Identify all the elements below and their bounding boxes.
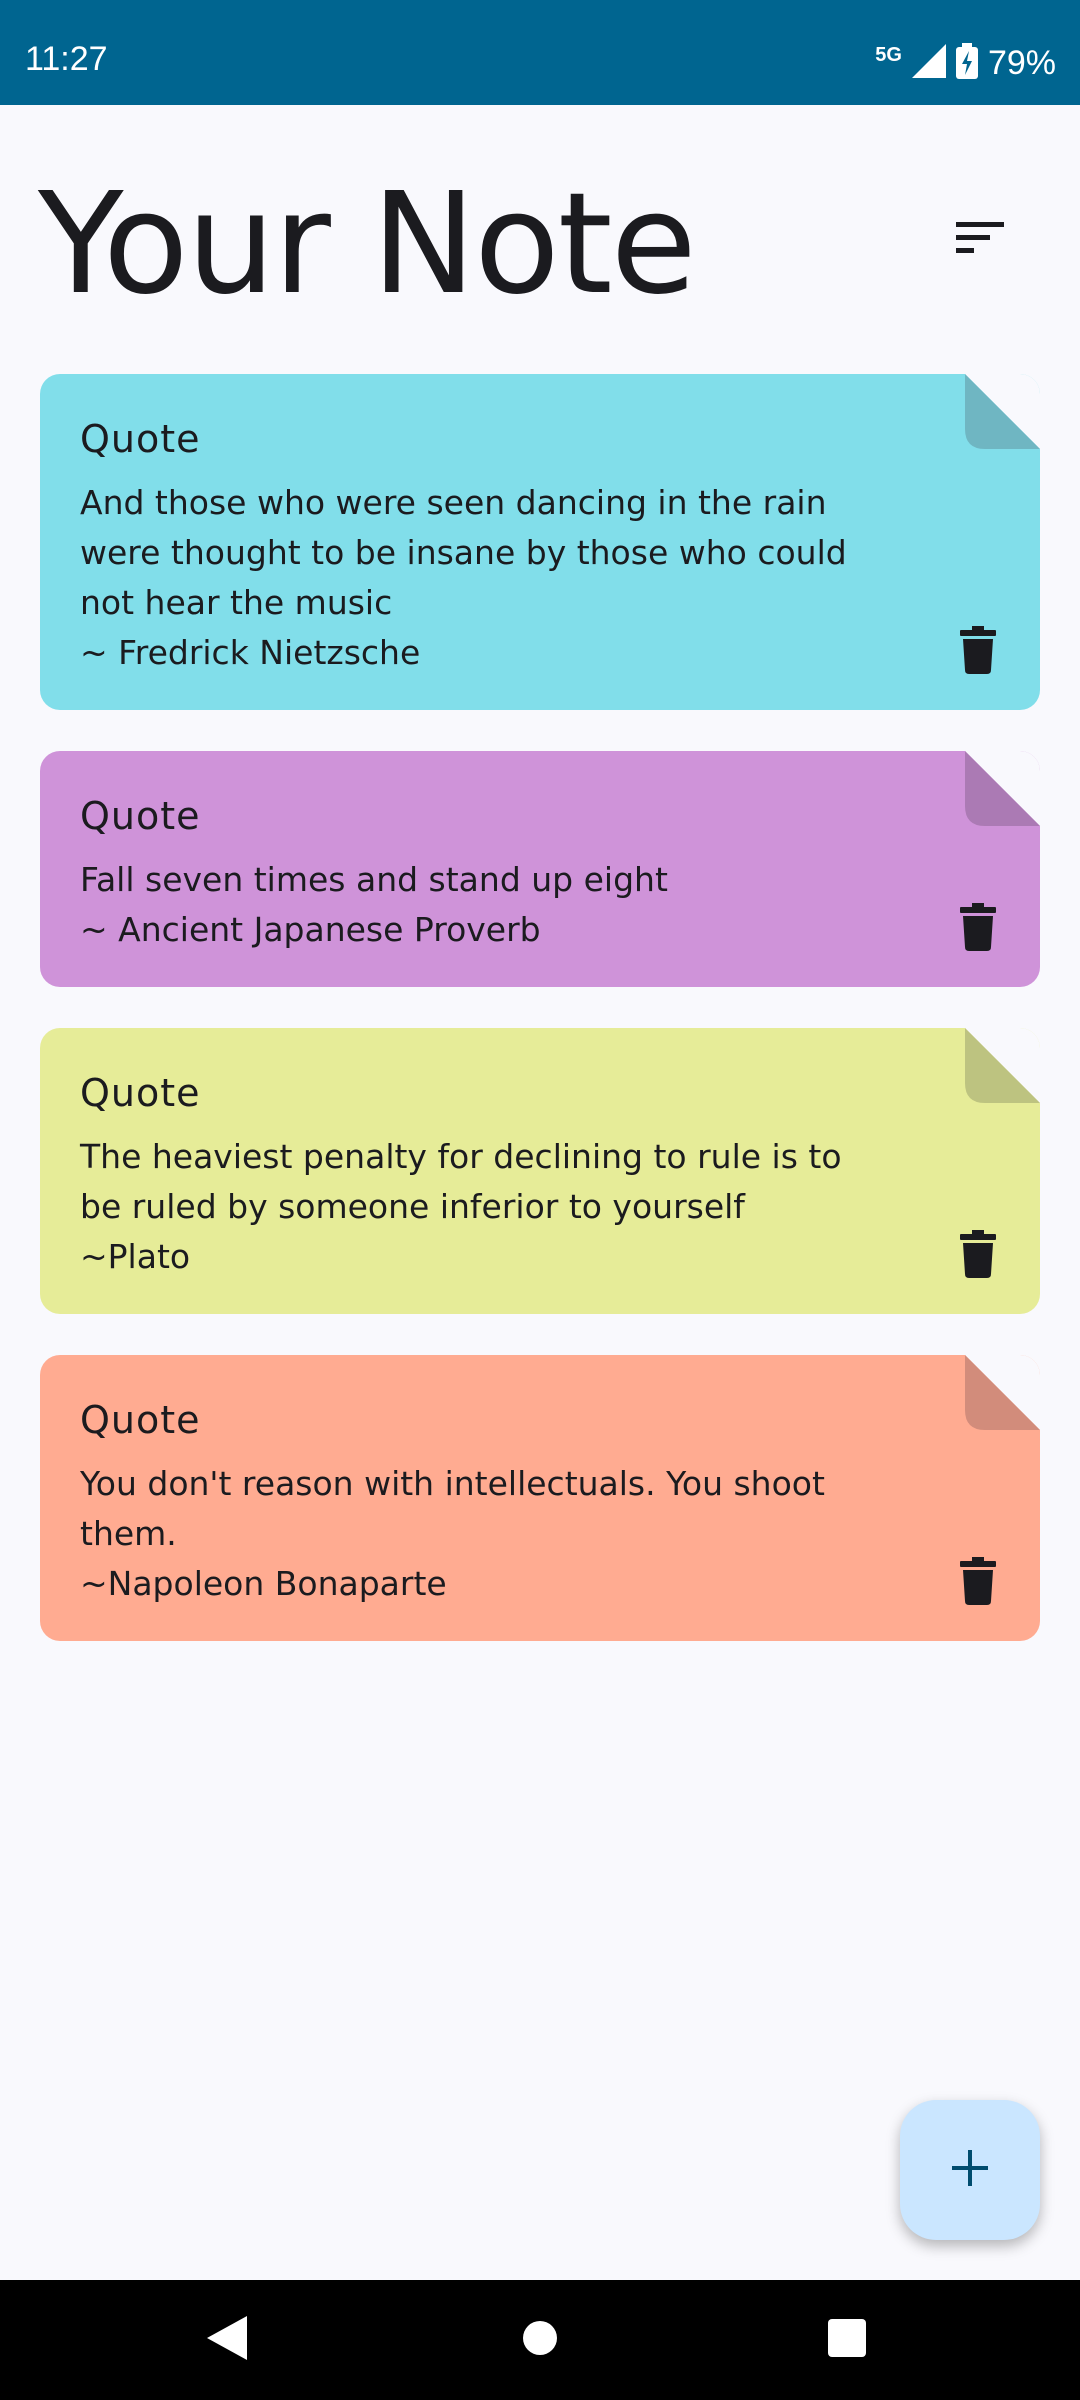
trash-icon (960, 903, 996, 955)
add-note-button[interactable] (900, 2100, 1040, 2240)
battery-icon (955, 43, 978, 83)
status-bar: 11:27 5G 79% (0, 0, 1080, 105)
signal-icon (911, 44, 946, 82)
status-indicators: 5G 79% (875, 38, 1056, 88)
plus-icon (950, 2148, 990, 2192)
home-button[interactable] (510, 2310, 570, 2370)
navigation-bar (0, 2280, 1080, 2400)
note-content: And those who were seen dancing in the r… (80, 483, 847, 672)
back-icon (207, 2316, 247, 2364)
note-content: Fall seven times and stand up eight ~ An… (80, 860, 668, 949)
trash-icon (960, 1557, 996, 1609)
trash-icon (960, 1230, 996, 1282)
note-title: Quote (80, 417, 201, 461)
delete-note-button[interactable] (954, 1230, 1002, 1282)
battery-percent: 79% (987, 43, 1056, 82)
delete-note-button[interactable] (954, 903, 1002, 955)
notes-list: Quote And those who were seen dancing in … (40, 374, 1040, 1682)
home-icon (522, 2320, 558, 2360)
network-type: 5G (875, 43, 902, 66)
note-title: Quote (80, 1398, 201, 1442)
back-button[interactable] (197, 2310, 257, 2370)
note-title: Quote (80, 794, 201, 838)
note-card[interactable]: Quote You don't reason with intellectuals… (40, 1355, 1040, 1641)
trash-icon (960, 626, 996, 678)
status-time: 11:27 (25, 40, 108, 78)
note-title: Quote (80, 1071, 201, 1115)
delete-note-button[interactable] (954, 626, 1002, 678)
note-card[interactable]: Quote And those who were seen dancing in … (40, 374, 1040, 710)
delete-note-button[interactable] (954, 1557, 1002, 1609)
recents-button[interactable] (817, 2310, 877, 2370)
page-title: Your Note (38, 163, 697, 326)
note-content: You don't reason with intellectuals. You… (80, 1464, 825, 1603)
recents-icon (828, 2319, 866, 2361)
note-card[interactable]: Quote The heaviest penalty for declining … (40, 1028, 1040, 1314)
sort-icon (956, 220, 1004, 260)
sort-button[interactable] (940, 205, 1020, 275)
note-content: The heaviest penalty for declining to ru… (80, 1137, 842, 1276)
note-card[interactable]: Quote Fall seven times and stand up eight… (40, 751, 1040, 987)
